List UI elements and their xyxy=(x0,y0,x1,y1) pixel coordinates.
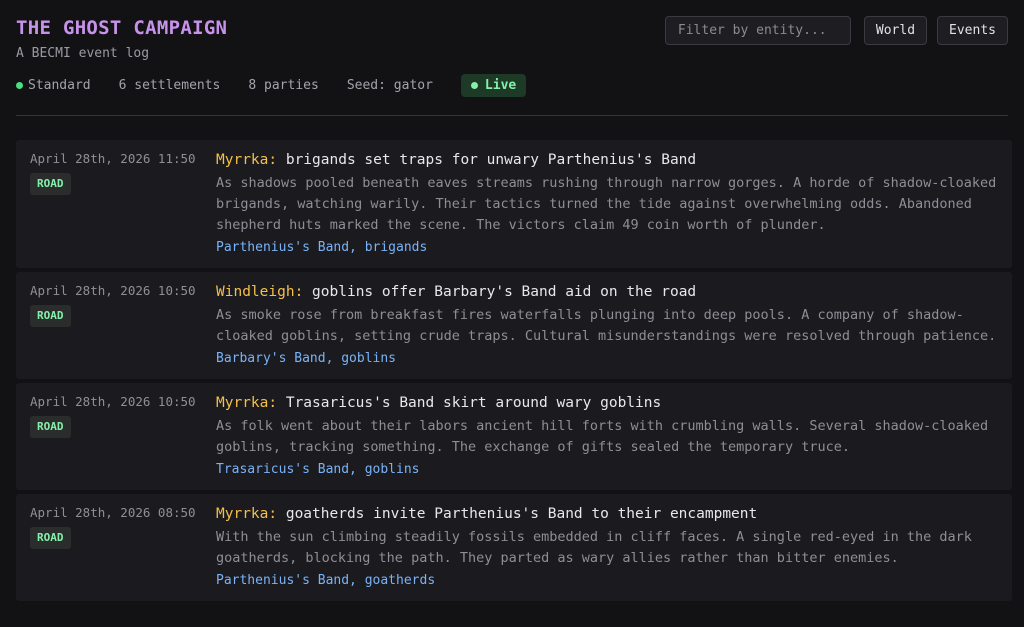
event-headline: Myrrka: goatherds invite Parthenius's Ba… xyxy=(216,504,998,524)
event-timestamp: April 28th, 2026 08:50 xyxy=(30,505,196,520)
event-card: April 28th, 2026 08:50 ROAD Myrrka: goat… xyxy=(16,494,1012,601)
event-type-badge: ROAD xyxy=(30,416,71,438)
mode-indicator: Standard xyxy=(16,78,91,93)
event-card: April 28th, 2026 10:50 ROAD Windleigh: g… xyxy=(16,272,1012,379)
event-description: As smoke rose from breakfast fires water… xyxy=(216,307,997,344)
seed-label: Seed: gator xyxy=(346,78,433,93)
page: THE GHOST CAMPAIGN A BECMI event log Sta… xyxy=(0,0,1024,627)
event-description: As folk went about their labors ancient … xyxy=(216,418,989,455)
event-description: With the sun climbing steadily fossils e… xyxy=(216,529,972,566)
event-card: April 28th, 2026 11:50 ROAD Myrrka: brig… xyxy=(16,140,1012,268)
event-title: Trasaricus's Band skirt around wary gobl… xyxy=(285,395,662,411)
event-location[interactable]: Myrrka: xyxy=(216,506,277,522)
event-title: goatherds invite Parthenius's Band to th… xyxy=(285,506,758,522)
event-card: April 28th, 2026 10:50 ROAD Myrrka: Tras… xyxy=(16,383,1012,490)
live-label: Live xyxy=(484,78,517,93)
event-headline: Myrrka: Trasaricus's Band skirt around w… xyxy=(216,393,998,413)
event-description: As shadows pooled beneath eaves streams … xyxy=(216,175,997,233)
entity-filter-input[interactable] xyxy=(664,16,851,45)
event-type-badge: ROAD xyxy=(30,305,71,327)
page-subtitle: A BECMI event log xyxy=(16,46,150,61)
status-dot-icon xyxy=(16,82,23,89)
settlements-count: 6 settlements xyxy=(118,78,221,93)
mode-label: Standard xyxy=(28,78,91,93)
header-controls: World Events xyxy=(664,16,1008,45)
live-dot-icon xyxy=(470,82,478,89)
live-badge: Live xyxy=(460,74,527,97)
header: THE GHOST CAMPAIGN A BECMI event log Sta… xyxy=(16,0,1008,116)
world-button[interactable]: World xyxy=(863,16,928,45)
campaign-meta: Standard 6 settlements 8 parties Seed: g… xyxy=(16,74,527,97)
event-type-badge: ROAD xyxy=(30,173,71,195)
event-headline: Myrrka: brigands set traps for unwary Pa… xyxy=(216,150,998,170)
event-location[interactable]: Myrrka: xyxy=(216,152,277,168)
event-title: brigands set traps for unwary Parthenius… xyxy=(285,152,697,168)
event-entities[interactable]: Parthenius's Band, brigands xyxy=(216,238,998,257)
parties-count: 8 parties xyxy=(248,78,319,93)
event-title: goblins offer Barbary's Band aid on the … xyxy=(312,284,697,300)
event-entities[interactable]: Barbary's Band, goblins xyxy=(216,349,998,368)
page-title: THE GHOST CAMPAIGN xyxy=(16,17,228,39)
event-location[interactable]: Windleigh: xyxy=(216,284,303,300)
event-entities[interactable]: Trasaricus's Band, goblins xyxy=(216,460,998,479)
event-list: April 28th, 2026 11:50 ROAD Myrrka: brig… xyxy=(16,140,1012,605)
event-timestamp: April 28th, 2026 10:50 xyxy=(30,394,196,409)
event-headline: Windleigh: goblins offer Barbary's Band … xyxy=(216,282,998,302)
event-timestamp: April 28th, 2026 10:50 xyxy=(30,283,196,298)
event-location[interactable]: Myrrka: xyxy=(216,395,277,411)
event-type-badge: ROAD xyxy=(30,527,71,549)
event-entities[interactable]: Parthenius's Band, goatherds xyxy=(216,571,998,590)
event-timestamp: April 28th, 2026 11:50 xyxy=(30,151,196,166)
events-button[interactable]: Events xyxy=(937,16,1008,45)
